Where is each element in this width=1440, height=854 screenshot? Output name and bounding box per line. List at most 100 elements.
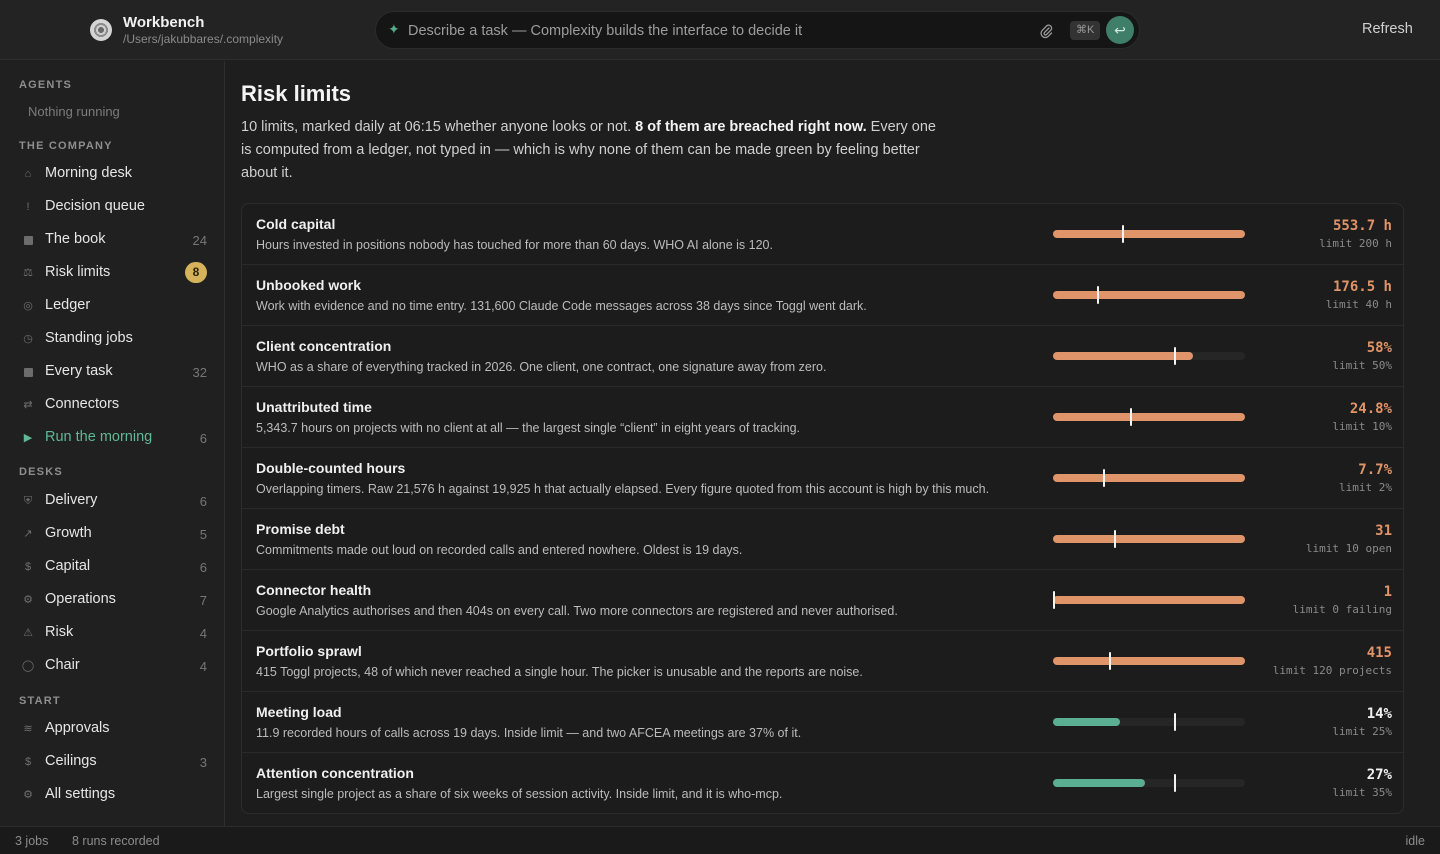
sidebar-item-growth[interactable]: ↗ Growth 5 xyxy=(8,519,217,549)
limit-threshold: limit 25% xyxy=(1332,725,1392,738)
page-intro: 10 limits, marked daily at 06:15 whether… xyxy=(241,116,941,185)
arrow-up-right-icon: ↗ xyxy=(23,528,33,540)
sidebar-item-decision-queue[interactable]: ! Decision queue xyxy=(8,192,217,222)
limit-row[interactable]: Attention concentration Largest single pr… xyxy=(242,753,1403,813)
check-icon: ≋ xyxy=(23,723,33,735)
limit-description: Overlapping timers. Raw 21,576 h against… xyxy=(256,482,990,496)
gauge-fill xyxy=(1053,413,1245,421)
sidebar: AGENTS Nothing running THE COMPANY ⌂ Mor… xyxy=(0,61,225,826)
sidebar-item-label: Risk xyxy=(45,624,74,640)
limit-marker xyxy=(1103,469,1105,487)
sidebar-item-chair[interactable]: ◯ Chair 4 xyxy=(8,651,217,681)
limit-row[interactable]: Promise debt Commitments made out loud on… xyxy=(242,509,1403,570)
limit-row[interactable]: Cold capital Hours invested in positions … xyxy=(242,204,1403,265)
limit-gauge xyxy=(1053,652,1245,670)
limit-row[interactable]: Unattributed time 5,343.7 hours on projec… xyxy=(242,387,1403,448)
limit-description: 11.9 recorded hours of calls across 19 d… xyxy=(256,726,802,740)
limit-value: 58% xyxy=(1366,340,1392,356)
gauge-fill xyxy=(1053,291,1245,299)
limit-marker xyxy=(1174,774,1176,792)
limit-gauge xyxy=(1053,347,1245,365)
item-count: 7 xyxy=(199,593,207,608)
limit-value: 24.8% xyxy=(1349,401,1392,417)
app-logo-icon xyxy=(90,19,112,41)
limit-gauge xyxy=(1053,774,1245,792)
status-bar: 3 jobs 8 runs recorded idle xyxy=(0,826,1440,854)
item-count: 5 xyxy=(199,527,207,542)
submit-button[interactable]: ↩ xyxy=(1106,16,1134,44)
gear-icon: ⚙ xyxy=(23,789,33,801)
sidebar-item-every-task[interactable]: Every task 32 xyxy=(8,357,217,387)
page-title: Risk limits xyxy=(241,81,352,106)
sidebar-item-all-settings[interactable]: ⚙ All settings xyxy=(8,780,217,810)
clock-icon: ◷ xyxy=(23,333,33,345)
main-content: Risk limits 10 limits, marked daily at 0… xyxy=(226,61,1440,826)
sidebar-item-label: Operations xyxy=(45,591,116,607)
limit-name: Promise debt xyxy=(256,521,345,537)
limit-marker xyxy=(1122,225,1124,243)
section-title-start: START xyxy=(19,695,61,707)
limit-row[interactable]: Meeting load 11.9 recorded hours of calls… xyxy=(242,692,1403,753)
limit-marker xyxy=(1130,408,1132,426)
limit-description: Commitments made out loud on recorded ca… xyxy=(256,543,743,557)
limit-row[interactable]: Client concentration WHO as a share of ev… xyxy=(242,326,1403,387)
sidebar-item-delivery[interactable]: ⛨ Delivery 6 xyxy=(8,486,217,516)
sidebar-item-the-book[interactable]: The book 24 xyxy=(8,225,217,255)
gauge-fill xyxy=(1053,352,1193,360)
breach-count-badge: 8 xyxy=(185,262,207,283)
shield-icon: ⛨ xyxy=(23,495,33,507)
scale-icon: ⚖ xyxy=(23,267,33,279)
sparkle-icon: ✦ xyxy=(388,21,400,37)
section-title-company: THE COMPANY xyxy=(19,140,113,152)
item-count: 4 xyxy=(199,659,207,674)
sidebar-item-connectors[interactable]: ⇄ Connectors xyxy=(8,390,217,420)
limit-row[interactable]: Double-counted hours Overlapping timers. … xyxy=(242,448,1403,509)
limit-gauge xyxy=(1053,713,1245,731)
sidebar-item-risk-limits[interactable]: ⚖ Risk limits 8 xyxy=(8,258,217,288)
limit-threshold: limit 10% xyxy=(1332,420,1392,433)
ledger-icon: ◎ xyxy=(23,300,33,312)
command-bar[interactable]: ✦ ⌘K ↩ xyxy=(375,11,1140,49)
sidebar-item-ceilings[interactable]: $ Ceilings 3 xyxy=(8,747,217,777)
section-title-agents: AGENTS xyxy=(19,79,73,91)
sidebar-item-approvals[interactable]: ≋ Approvals xyxy=(8,714,217,744)
sidebar-item-risk[interactable]: ⚠ Risk 4 xyxy=(8,618,217,648)
play-icon: ▶ xyxy=(23,432,33,444)
limit-description: Hours invested in positions nobody has t… xyxy=(256,238,773,252)
section-title-desks: DESKS xyxy=(19,466,63,478)
sidebar-item-standing-jobs[interactable]: ◷ Standing jobs xyxy=(8,324,217,354)
limit-marker xyxy=(1114,530,1116,548)
paperclip-icon[interactable] xyxy=(1039,23,1053,39)
sidebar-item-run-the-morning[interactable]: ▶ Run the morning 6 xyxy=(8,423,217,453)
sidebar-item-morning-desk[interactable]: ⌂ Morning desk xyxy=(8,159,217,189)
sidebar-item-label: Morning desk xyxy=(45,165,133,181)
sidebar-item-label: Approvals xyxy=(45,720,110,736)
sidebar-item-label: Connectors xyxy=(45,396,120,412)
refresh-button[interactable]: Refresh xyxy=(1362,21,1413,37)
gauge-fill xyxy=(1053,535,1245,543)
gauge-fill xyxy=(1053,596,1245,604)
status-state: idle xyxy=(1405,834,1425,848)
limit-name: Portfolio sprawl xyxy=(256,643,362,659)
sidebar-item-operations[interactable]: ⚙ Operations 7 xyxy=(8,585,217,615)
limit-name: Attention concentration xyxy=(256,765,414,781)
limit-value: 1 xyxy=(1383,584,1392,600)
limit-name: Meeting load xyxy=(256,704,342,720)
sidebar-item-capital[interactable]: $ Capital 6 xyxy=(8,552,217,582)
sidebar-item-ledger[interactable]: ◎ Ledger xyxy=(8,291,217,321)
limit-row[interactable]: Portfolio sprawl 415 Toggl projects, 48 o… xyxy=(242,631,1403,692)
limit-value: 31 xyxy=(1375,523,1392,539)
jobs-count: 3 jobs xyxy=(15,834,49,848)
sidebar-item-label: Capital xyxy=(45,558,91,574)
limit-gauge xyxy=(1053,469,1245,487)
command-input[interactable] xyxy=(408,21,1008,41)
limit-row[interactable]: Connector health Google Analytics authori… xyxy=(242,570,1403,631)
limit-row[interactable]: Unbooked work Work with evidence and no t… xyxy=(242,265,1403,326)
exclamation-icon: ! xyxy=(26,201,30,213)
limit-value: 14% xyxy=(1366,706,1392,722)
runs-recorded: 8 runs recorded xyxy=(72,834,160,848)
gauge-fill xyxy=(1053,718,1120,726)
top-bar: Workbench /Users/jakubbares/.complexity … xyxy=(0,0,1440,60)
item-count: 6 xyxy=(199,431,207,446)
connector-icon: ⇄ xyxy=(23,399,33,411)
